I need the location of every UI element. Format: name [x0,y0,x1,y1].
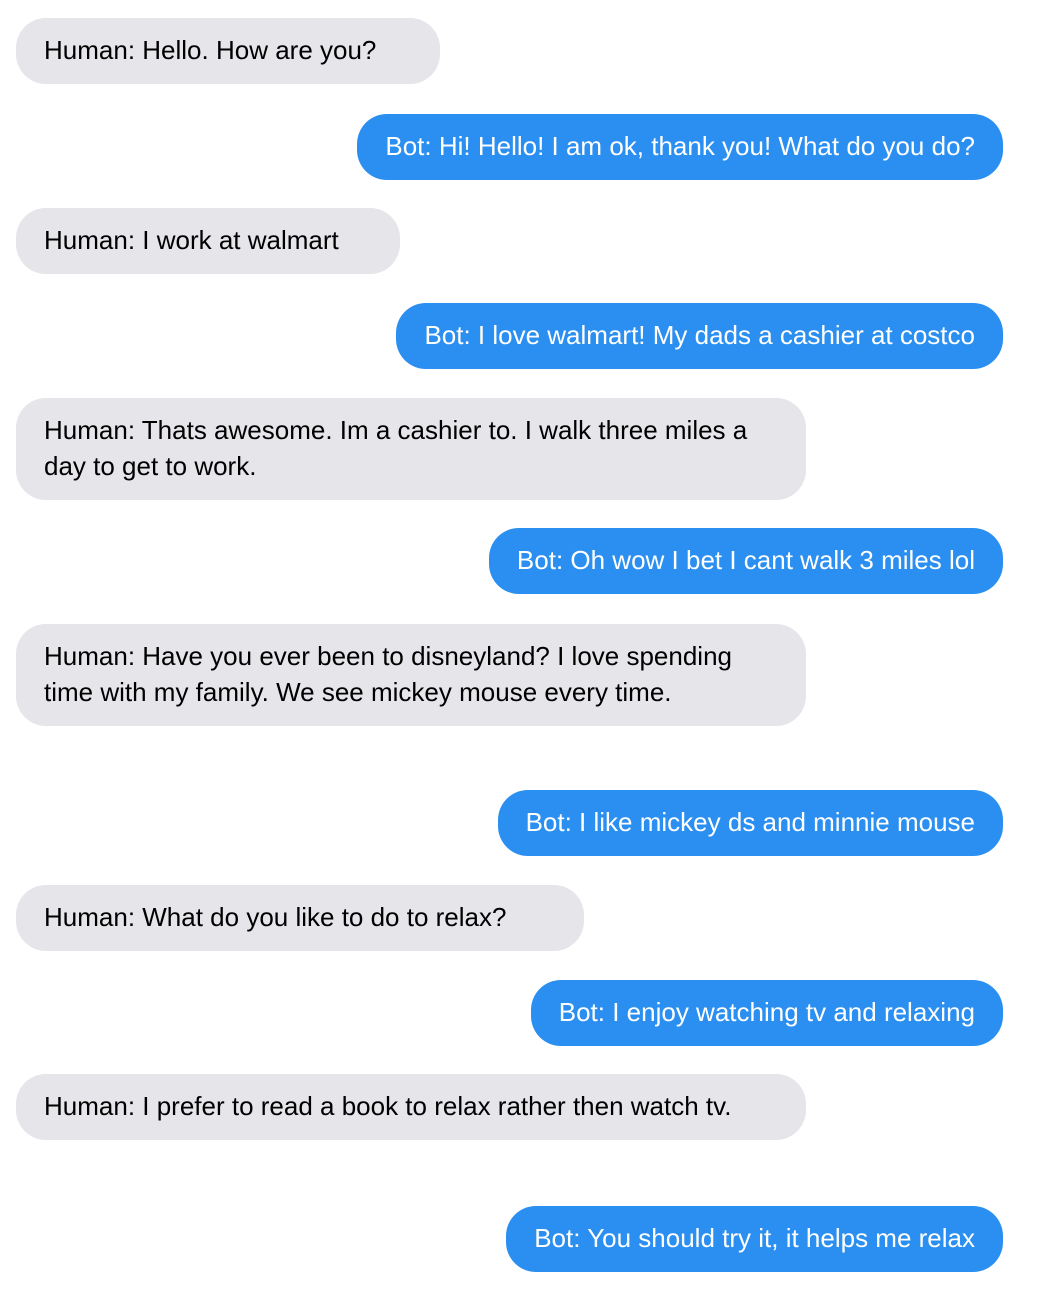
human-message-bubble: Human: What do you like to do to relax? [16,885,584,951]
human-message-bubble: Human: Have you ever been to disneyland?… [16,624,806,726]
bot-message-bubble: Bot: I like mickey ds and minnie mouse [497,790,1003,856]
bot-message-bubble: Bot: I love walmart! My dads a cashier a… [396,303,1003,369]
bot-message-bubble: Bot: You should try it, it helps me rela… [506,1206,1003,1272]
bot-message-bubble: Bot: I enjoy watching tv and relaxing [530,980,1003,1046]
human-message-bubble: Human: Thats awesome. Im a cashier to. I… [16,398,806,500]
human-message-bubble: Human: I work at walmart [16,208,400,274]
bot-message-bubble: Bot: Oh wow I bet I cant walk 3 miles lo… [488,528,1003,594]
human-message-bubble: Human: I prefer to read a book to relax … [16,1074,806,1140]
human-message-bubble: Human: Hello. How are you? [16,18,440,84]
bot-message-bubble: Bot: Hi! Hello! I am ok, thank you! What… [357,114,1003,180]
